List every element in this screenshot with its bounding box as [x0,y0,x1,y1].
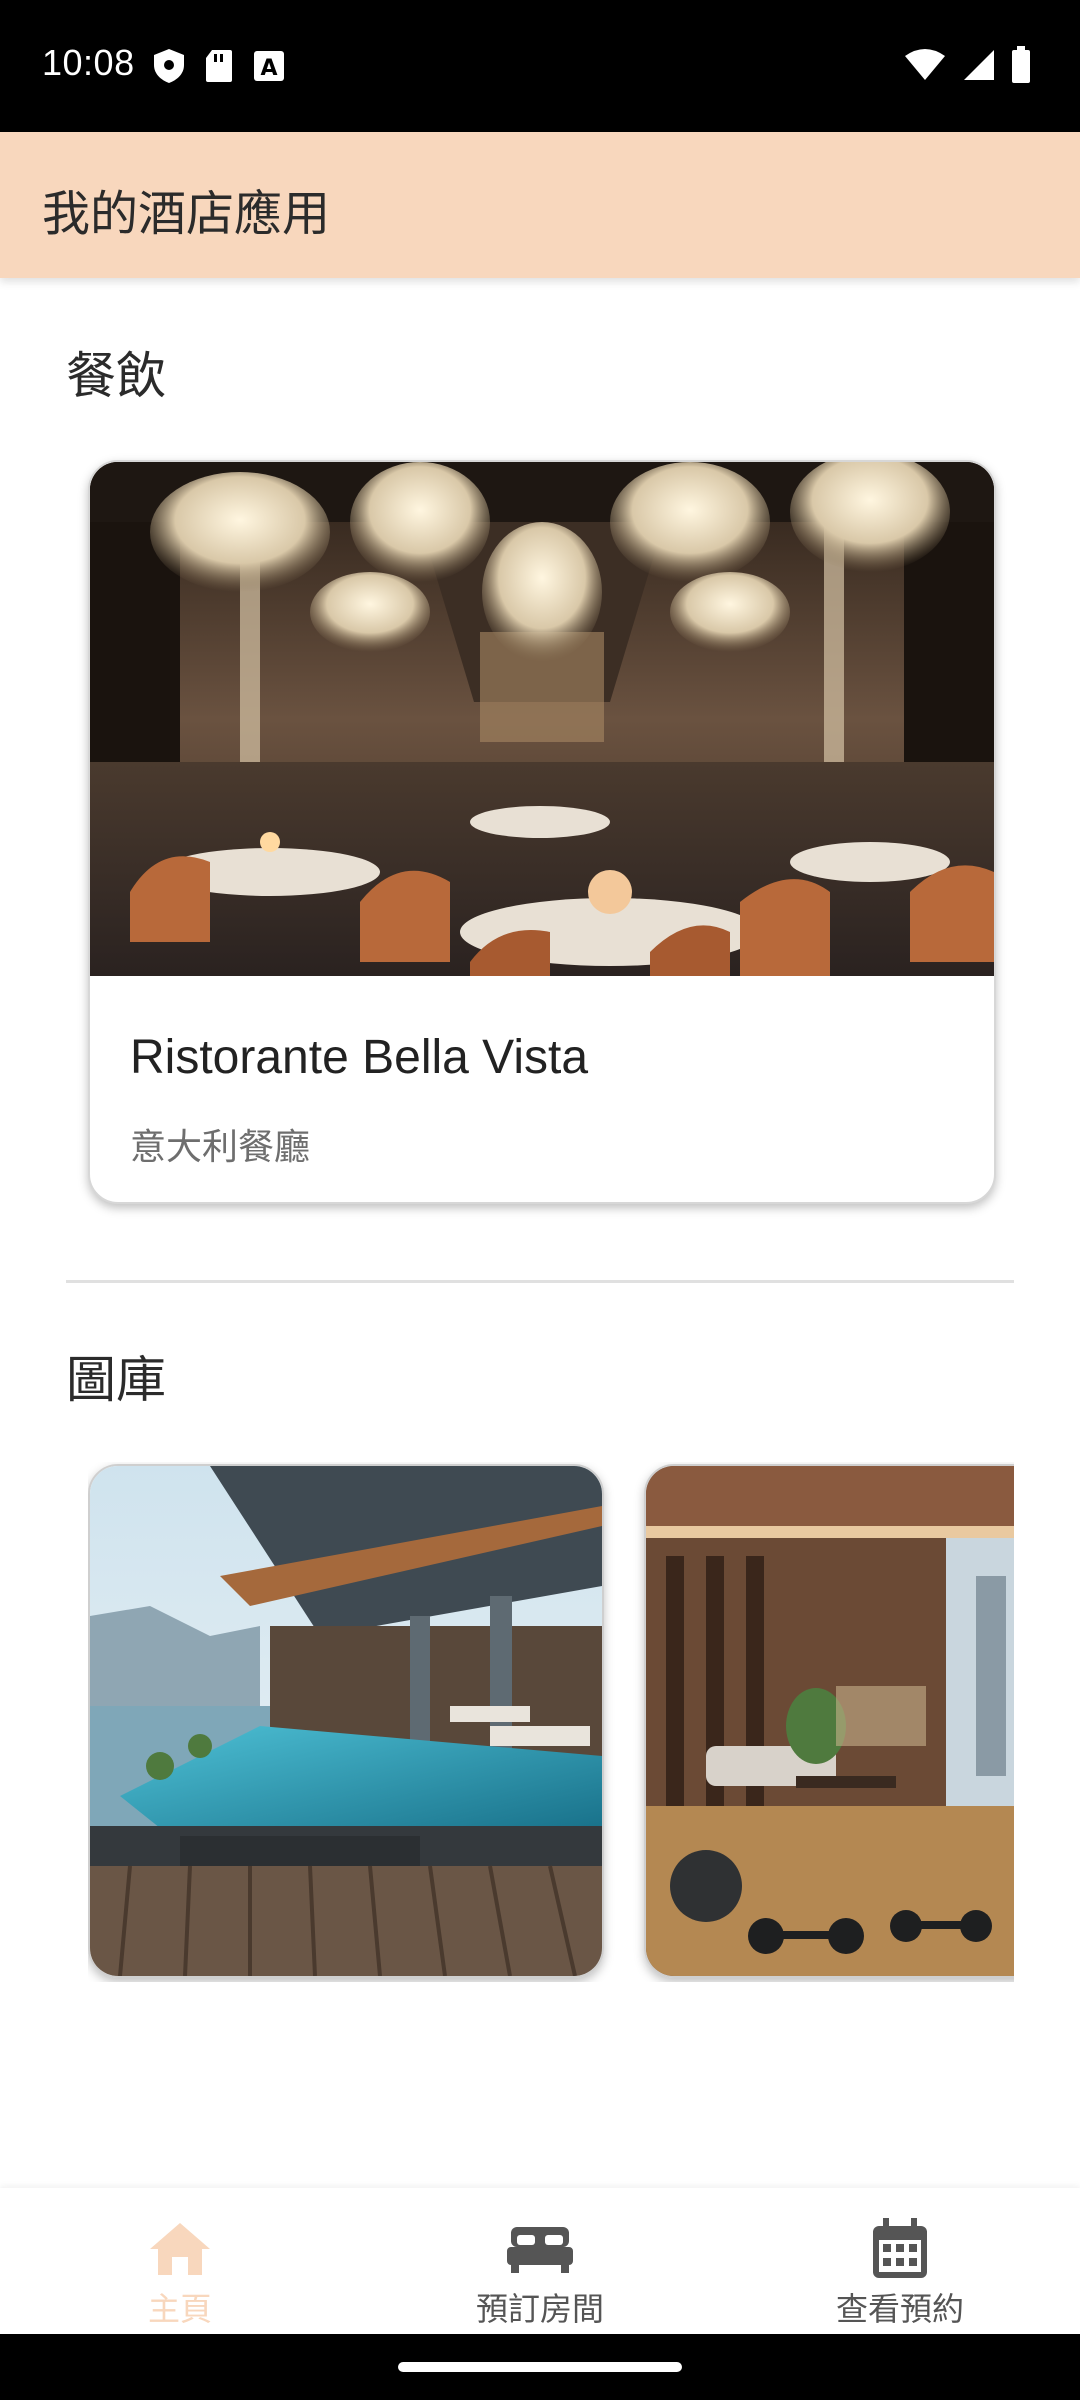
shield-icon [152,48,186,88]
gallery-section-title: 圖庫 [66,1351,166,1409]
nav-item-book-room[interactable]: 預訂房間 [360,2188,720,2334]
gallery-item-gym[interactable] [644,1464,1014,1978]
font-a-icon: A [252,48,286,88]
status-time: 10:08 [42,42,135,83]
status-icons-right [904,46,1032,88]
gallery-item-pool[interactable] [88,1464,604,1978]
restaurant-card[interactable]: Ristorante Bella Vista 意大利餐廳 [88,460,996,1204]
bottom-navigation: 主頁 預訂房間 查看預約 [0,2188,1080,2334]
gallery-carousel[interactable] [88,1462,1014,1982]
status-icons-left: A [152,48,286,88]
app-title: 我的酒店應用 [42,186,331,242]
sd-card-icon [204,48,234,88]
calendar-icon [871,2218,929,2280]
nav-label-view-bookings: 查看預約 [835,2290,964,2328]
status-bar: 10:08 A [0,0,1080,132]
nav-label-home: 主頁 [147,2290,212,2328]
bed-icon [507,2218,573,2280]
svg-text:A: A [260,56,277,81]
wifi-icon [904,48,946,86]
restaurant-name: Ristorante Bella Vista [130,1031,589,1084]
app-bar: 我的酒店應用 [0,132,1080,278]
nav-item-home[interactable]: 主頁 [0,2188,360,2334]
section-divider [66,1280,1014,1283]
battery-icon [1010,46,1032,88]
restaurant-cuisine: 意大利餐廳 [130,1127,311,1168]
signal-icon [960,48,996,86]
restaurant-image [90,462,994,976]
nav-item-view-bookings[interactable]: 查看預約 [720,2188,1080,2334]
nav-label-book-room: 預訂房間 [475,2290,604,2328]
dining-section-title: 餐飲 [66,347,166,405]
home-icon [148,2218,212,2280]
home-indicator[interactable] [398,2362,682,2372]
